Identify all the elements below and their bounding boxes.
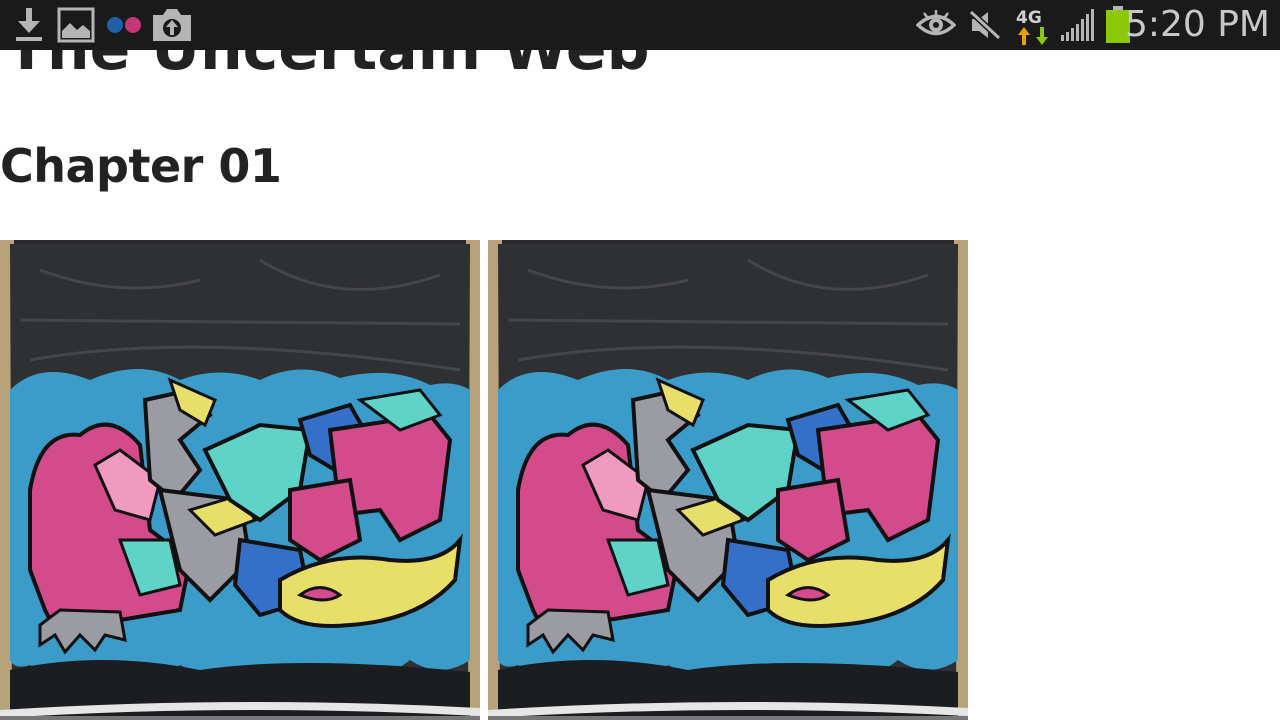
network-data-icon: 4G xyxy=(1016,0,1048,50)
graffiti-image-original xyxy=(0,240,480,720)
graffiti-image-processed xyxy=(488,240,968,720)
camera-upload-icon xyxy=(151,0,193,50)
screen: The Uncertain Web Chapter 01 xyxy=(0,0,1280,720)
chapter-title: Chapter 01 xyxy=(0,139,282,193)
status-bar[interactable]: 4G 5:20 PM xyxy=(0,0,1280,50)
status-clock: 5:20 PM xyxy=(1124,4,1270,45)
mute-icon xyxy=(968,0,1002,50)
signal-icon xyxy=(1060,0,1096,50)
flickr-icon xyxy=(105,0,143,50)
download-icon xyxy=(14,0,44,50)
network-type-label: 4G xyxy=(1016,8,1042,28)
gallery-icon xyxy=(57,0,95,50)
eye-icon xyxy=(916,0,956,50)
web-content[interactable]: The Uncertain Web Chapter 01 xyxy=(0,0,1280,720)
